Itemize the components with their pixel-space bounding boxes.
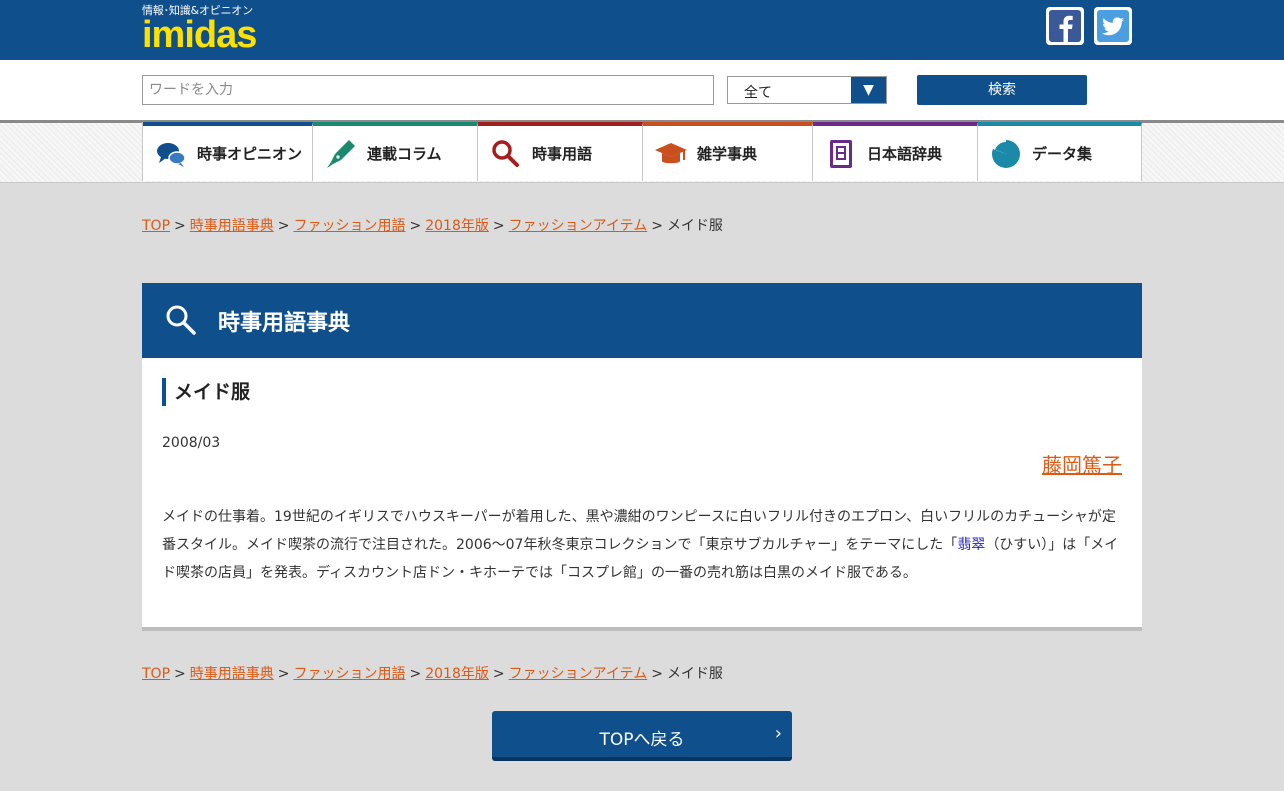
- term-title: メイド服: [162, 378, 250, 406]
- nav-label: 日本語辞典: [867, 145, 943, 163]
- breadcrumb-separator: >: [409, 666, 422, 682]
- article-card: メイド服 2008/03 藤岡篤子 メイドの仕事着。19世紀のイギリスでハウスキ…: [142, 358, 1142, 631]
- breadcrumb-link[interactable]: ファッション用語: [293, 666, 405, 682]
- breadcrumb-separator: >: [409, 218, 422, 234]
- nav-label: 雑学事典: [697, 145, 758, 163]
- main-nav-bar: 時事オピニオン 連載コラム 時事用語 雑学事典 日本語辞典 データ集: [0, 120, 1284, 183]
- breadcrumb: TOP > 時事用語事典 > ファッション用語 >2018年版 > ファッションアイテム > メイ…: [142, 215, 723, 235]
- breadcrumb-current: メイド服: [666, 666, 723, 682]
- section-title: 時事用語事典: [218, 311, 351, 336]
- breadcrumb-bottom: TOP > 時事用語事典 > ファッション用語 >2018年版 > ファッションアイテム > メイ…: [142, 663, 723, 683]
- back-to-top-button[interactable]: TOPへ戻る ›: [492, 711, 792, 761]
- breadcrumb-link[interactable]: TOP: [142, 218, 170, 234]
- nav-item-column[interactable]: 連載コラム: [313, 122, 478, 181]
- nav-item-opinion[interactable]: 時事オピニオン: [143, 122, 313, 181]
- facebook-icon[interactable]: [1046, 7, 1084, 45]
- breadcrumb-link[interactable]: TOP: [142, 666, 170, 682]
- breadcrumb-separator: >: [492, 666, 505, 682]
- breadcrumb-link[interactable]: ファッション用語: [293, 218, 405, 234]
- breadcrumb-current: メイド服: [666, 218, 723, 234]
- nav-item-dictionary[interactable]: 日本語辞典: [813, 122, 978, 181]
- back-to-top-label: TOPへ戻る: [599, 730, 685, 750]
- site-header: 情報･知識&オピニオン imidas: [0, 0, 1284, 60]
- breadcrumb-separator: >: [174, 666, 186, 682]
- speech-bubbles-icon: [155, 138, 187, 170]
- main-nav: 時事オピニオン 連載コラム 時事用語 雑学事典 日本語辞典 データ集: [142, 122, 1142, 181]
- article-date: 2008/03: [162, 435, 221, 451]
- graduation-cap-icon: [655, 138, 687, 170]
- nav-item-trivia[interactable]: 雑学事典: [643, 122, 813, 181]
- breadcrumb-link[interactable]: ファッションアイテム: [509, 218, 648, 234]
- breadcrumb-link[interactable]: 2018年版: [425, 218, 489, 234]
- breadcrumb-link[interactable]: 時事用語事典: [190, 666, 274, 682]
- nav-label: 時事用語: [532, 145, 593, 163]
- nav-label: データ集: [1032, 145, 1093, 163]
- search-scope-select[interactable]: 全て ▼: [727, 76, 887, 104]
- search-input[interactable]: [142, 75, 714, 105]
- nav-item-terms[interactable]: 時事用語: [478, 122, 643, 181]
- section-header: 時事用語事典: [142, 283, 1142, 358]
- breadcrumb-separator: >: [277, 218, 290, 234]
- dictionary-icon: [825, 138, 857, 170]
- article-body: メイドの仕事着。19世紀のイギリスでハウスキーパーが着用した、黒や濃紺のワンピー…: [162, 503, 1122, 587]
- breadcrumb-separator: >: [651, 218, 663, 234]
- keyword-highlight: 翡翠: [957, 537, 986, 553]
- breadcrumb-link[interactable]: 2018年版: [425, 666, 489, 682]
- search-bar: 全て ▼ 検索: [0, 60, 1284, 121]
- nav-item-data[interactable]: データ集: [978, 122, 1142, 181]
- logo-brand: imidas: [142, 14, 257, 56]
- breadcrumb-separator: >: [651, 666, 663, 682]
- search-icon: [164, 303, 198, 341]
- twitter-icon[interactable]: [1094, 7, 1132, 45]
- search-button[interactable]: 検索: [917, 75, 1087, 105]
- nav-label: 連載コラム: [367, 145, 442, 163]
- breadcrumb-separator: >: [492, 218, 505, 234]
- breadcrumb-separator: >: [277, 666, 290, 682]
- chevron-right-icon: ›: [774, 723, 782, 744]
- breadcrumb-link[interactable]: ファッションアイテム: [509, 666, 648, 682]
- breadcrumb-link[interactable]: 時事用語事典: [190, 218, 274, 234]
- search-scope-value: 全て: [744, 85, 772, 101]
- nav-label: 時事オピニオン: [197, 145, 303, 163]
- dropdown-arrow-icon[interactable]: ▼: [851, 77, 886, 103]
- breadcrumb-separator: >: [174, 218, 186, 234]
- search-icon: [490, 138, 522, 170]
- author-link[interactable]: 藤岡篤子: [1042, 449, 1122, 478]
- site-logo[interactable]: 情報･知識&オピニオン imidas: [142, 4, 257, 56]
- pie-chart-icon: [990, 138, 1022, 170]
- pen-icon: [325, 138, 357, 170]
